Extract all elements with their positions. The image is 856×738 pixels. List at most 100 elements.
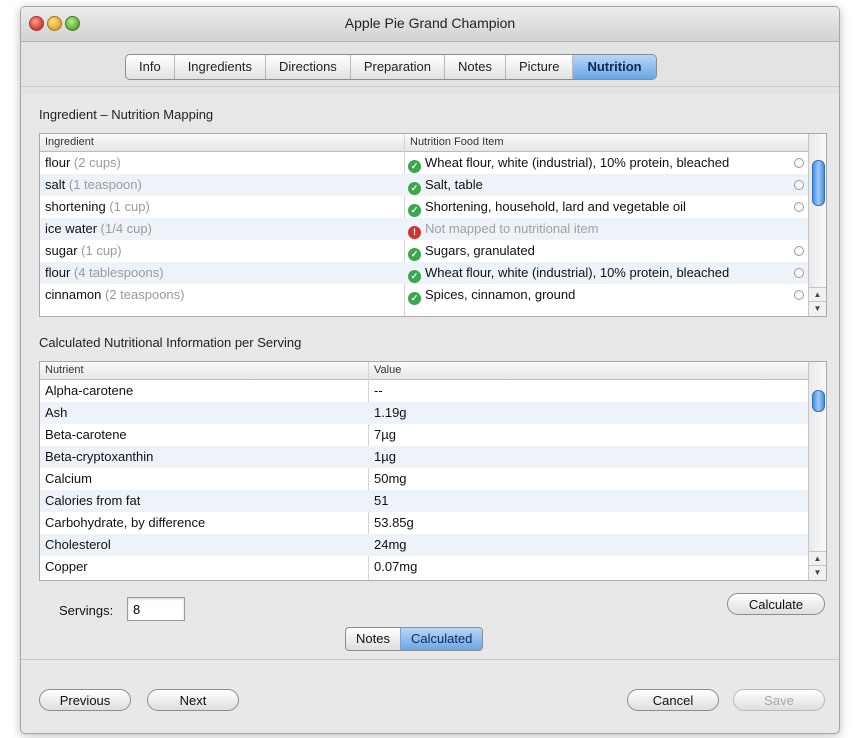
check-circle-icon: ✓ xyxy=(408,292,421,305)
nutrition-row[interactable]: Beta-cryptoxanthin 1µg xyxy=(40,446,808,468)
save-button[interactable]: Save xyxy=(733,689,825,711)
nutrient-value: 53.85g xyxy=(374,515,414,530)
segment-notes[interactable]: Notes xyxy=(346,628,400,650)
ingredient-quantity: (1 cup) xyxy=(109,199,150,214)
nutrition-row[interactable]: Beta-carotene 7µg xyxy=(40,424,808,446)
tab-preparation[interactable]: Preparation xyxy=(351,55,446,79)
mapping-scroll-thumb[interactable] xyxy=(812,160,825,206)
nutrition-section-title: Calculated Nutritional Information per S… xyxy=(39,335,302,350)
cancel-button[interactable]: Cancel xyxy=(627,689,719,711)
ingredient-cell: salt (1 teaspoon) xyxy=(45,174,400,196)
nutrition-row[interactable]: Ash 1.19g xyxy=(40,402,808,424)
tab-bar: Info Ingredients Directions Preparation … xyxy=(125,54,657,80)
food-item-cell: ✓ Shortening, household, lard and vegetab… xyxy=(408,196,806,218)
tab-info[interactable]: Info xyxy=(126,55,175,79)
check-circle-icon: ✓ xyxy=(408,270,421,283)
nutrition-row[interactable]: Carbohydrate, by difference 53.85g xyxy=(40,512,808,534)
mapping-row[interactable]: salt (1 teaspoon) ✓ Salt, table xyxy=(40,174,808,196)
food-item-name: Wheat flour, white (industrial), 10% pro… xyxy=(425,155,730,170)
tab-notes[interactable]: Notes xyxy=(445,55,506,79)
previous-button[interactable]: Previous xyxy=(39,689,131,711)
food-item-detail-button[interactable] xyxy=(794,202,804,212)
food-item-cell: ✓ Wheat flour, white (industrial), 10% pr… xyxy=(408,262,806,284)
mapping-row[interactable]: flour (4 tablespoons) ✓ Wheat flour, white… xyxy=(40,262,808,284)
nutrient-name: Beta-carotene xyxy=(45,427,127,442)
nutrition-row[interactable]: Calories from fat 51 xyxy=(40,490,808,512)
servings-label: Servings: xyxy=(59,603,114,618)
nutrition-table: Nutrient Value Alpha-carotene -- Ash 1.19g B… xyxy=(39,361,827,581)
food-item-cell: ✓ Salt, table xyxy=(408,174,806,196)
mapping-table-header: Ingredient Nutrition Food Item xyxy=(40,134,808,152)
tab-ingredients[interactable]: Ingredients xyxy=(175,55,267,79)
nutrient-value: 0.07mg xyxy=(374,559,418,574)
nutrition-scrollbar[interactable]: ▲ ▼ xyxy=(808,362,826,580)
nutrient-value: 51 xyxy=(374,493,389,508)
mapping-row[interactable]: ice water (1/4 cup)! Not mapped to nutrit… xyxy=(40,218,808,240)
check-circle-icon: ✓ xyxy=(408,204,421,217)
nutrition-scroll-thumb[interactable] xyxy=(812,390,825,412)
tab-nutrition[interactable]: Nutrition xyxy=(573,55,656,79)
ingredient-quantity: (4 tablespoons) xyxy=(73,265,164,280)
scroll-down-arrow-icon[interactable]: ▼ xyxy=(809,301,826,316)
mapping-row[interactable]: sugar (1 cup) ✓ Sugars, granulated xyxy=(40,240,808,262)
nutrient-value: 50mg xyxy=(374,471,407,486)
mapping-table: Ingredient Nutrition Food Item flour (2 … xyxy=(39,133,827,317)
nutrient-name: Alpha-carotene xyxy=(45,383,134,398)
food-item-detail-button[interactable] xyxy=(794,180,804,190)
scroll-down-arrow-icon[interactable]: ▼ xyxy=(809,565,826,580)
ingredient-cell: sugar (1 cup) xyxy=(45,240,400,262)
ingredient-quantity: (2 cups) xyxy=(73,155,121,170)
food-item-detail-button[interactable] xyxy=(794,246,804,256)
food-item-detail-button[interactable] xyxy=(794,158,804,168)
food-item-detail-button[interactable] xyxy=(794,290,804,300)
column-header-nutrient[interactable]: Nutrient xyxy=(45,364,84,376)
food-item-name: Wheat flour, white (industrial), 10% pro… xyxy=(425,265,730,280)
ingredient-name: cinnamon xyxy=(45,287,102,302)
food-item-name: Spices, cinnamon, ground xyxy=(425,287,576,302)
title-bar: Apple Pie Grand Champion xyxy=(21,7,839,42)
column-header-ingredient[interactable]: Ingredient xyxy=(45,136,94,148)
nutrient-name: Copper xyxy=(45,559,88,574)
mapping-row[interactable]: shortening (1 cup) ✓ Shortening, household… xyxy=(40,196,808,218)
column-header-food-item[interactable]: Nutrition Food Item xyxy=(410,136,504,148)
ingredient-quantity: (2 teaspoons) xyxy=(105,287,185,302)
mapping-row[interactable]: flour (2 cups) ✓ Wheat flour, white (indus… xyxy=(40,152,808,174)
next-button[interactable]: Next xyxy=(147,689,239,711)
food-item-detail-button[interactable] xyxy=(794,268,804,278)
check-circle-icon: ✓ xyxy=(408,248,421,261)
tab-picture[interactable]: Picture xyxy=(506,55,574,79)
window-title: Apple Pie Grand Champion xyxy=(344,15,516,31)
food-item-name: Not mapped to nutritional item xyxy=(425,221,599,236)
food-item-name: Sugars, granulated xyxy=(425,243,535,258)
scroll-up-arrow-icon[interactable]: ▲ xyxy=(809,287,826,302)
column-header-value[interactable]: Value xyxy=(374,364,401,376)
food-item-cell: ! Not mapped to nutritional item xyxy=(408,218,806,240)
scroll-up-arrow-icon[interactable]: ▲ xyxy=(809,551,826,566)
ingredient-quantity: (1/4 cup) xyxy=(100,221,152,236)
nutrition-row[interactable]: Alpha-carotene -- xyxy=(40,380,808,402)
mapping-scrollbar[interactable]: ▲ ▼ xyxy=(808,134,826,316)
ingredient-name: shortening xyxy=(45,199,106,214)
exclamation-circle-icon: ! xyxy=(408,226,421,239)
tab-directions[interactable]: Directions xyxy=(266,55,351,79)
check-circle-icon: ✓ xyxy=(408,160,421,173)
mapping-rows: flour (2 cups) ✓ Wheat flour, white (indus… xyxy=(40,152,808,306)
nutrition-rows: Alpha-carotene -- Ash 1.19g Beta-carotene 7µg… xyxy=(40,380,808,578)
food-item-cell: ✓ Spices, cinnamon, ground xyxy=(408,284,806,306)
nutrient-value: 7µg xyxy=(374,427,396,442)
ingredient-name: salt xyxy=(45,177,66,192)
nutrient-name: Ash xyxy=(45,405,68,420)
mapping-row[interactable]: cinnamon (2 teaspoons) ✓ Spices, cinnamon,… xyxy=(40,284,808,306)
tab-strip: Info Ingredients Directions Preparation … xyxy=(21,42,839,94)
nutrition-row[interactable]: Cholesterol 24mg xyxy=(40,534,808,556)
nutrient-value: 1.19g xyxy=(374,405,407,420)
calculate-button[interactable]: Calculate xyxy=(727,593,825,615)
nutrition-table-header: Nutrient Value xyxy=(40,362,808,380)
nutrition-row[interactable]: Copper 0.07mg xyxy=(40,556,808,578)
segment-calculated[interactable]: Calculated xyxy=(399,628,483,650)
food-item-name: Shortening, household, lard and vegetabl… xyxy=(425,199,686,214)
notes-calculated-toggle: Notes Calculated xyxy=(345,627,484,651)
nutrition-row[interactable]: Calcium 50mg xyxy=(40,468,808,490)
servings-input[interactable] xyxy=(127,597,185,621)
ingredient-cell: shortening (1 cup) xyxy=(45,196,400,218)
